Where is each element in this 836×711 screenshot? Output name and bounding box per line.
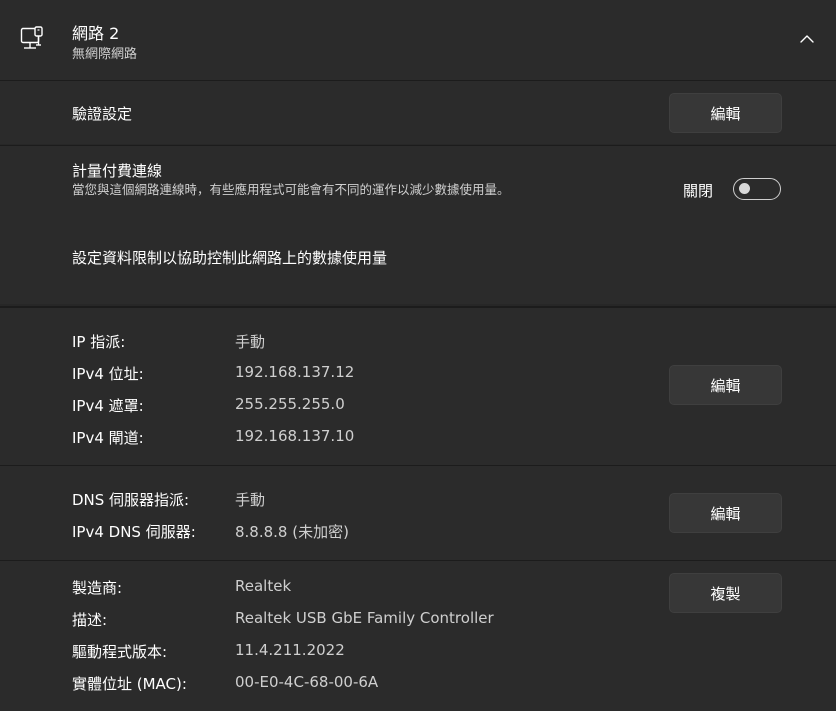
ipv4-gateway-value: 192.168.137.10 [235,427,355,445]
ipv4-dns-server-label: IPv4 DNS 伺服器: [72,523,196,541]
dns-assignment-label: DNS 伺服器指派: [72,491,190,509]
description-label: 描述: [72,611,108,629]
ip-settings-section: IP 指派: 手動 IPv4 位址: 192.168.137.12 IPv4 遮… [0,306,836,465]
description-value: Realtek USB GbE Family Controller [235,609,494,627]
ip-assignment-label: IP 指派: [72,333,126,351]
driver-version-value: 11.4.211.2022 [235,641,345,659]
metered-connection-description: 當您與這個網路連線時，有些應用程式可能會有不同的運作以減少數據使用量。 [72,182,510,197]
mac-address-value: 00-E0-4C-68-00-6A [235,673,379,691]
network-status: 無網際網路 [72,47,138,62]
auth-settings-label: 驗證設定 [72,105,133,123]
chevron-up-icon[interactable] [797,29,817,49]
ipv4-address-label: IPv4 位址: [72,365,144,383]
network-properties-panel: 網路 2 無網際網路 驗證設定 編輯 計量付費連線 當您與這個網路連線時，有些應… [0,0,836,711]
metered-connection-toggle[interactable] [733,178,781,200]
network-name: 網路 2 [72,24,120,43]
copy-button[interactable]: 複製 [669,573,782,613]
mac-address-label: 實體位址 (MAC): [72,675,187,693]
ipv4-mask-value: 255.255.255.0 [235,395,345,413]
data-limit-link[interactable]: 設定資料限制以協助控制此網路上的數據使用量 [72,247,387,268]
ipv4-mask-label: IPv4 遮罩: [72,397,144,415]
manufacturer-value: Realtek [235,577,292,595]
dns-edit-button[interactable]: 編輯 [669,493,782,533]
driver-version-label: 驅動程式版本: [72,643,168,661]
network-pc-icon [20,26,43,49]
ipv4-gateway-label: IPv4 閘道: [72,429,144,447]
ipv4-address-value: 192.168.137.12 [235,363,355,381]
ip-edit-button[interactable]: 編輯 [669,365,782,405]
dns-assignment-value: 手動 [235,491,266,509]
network-header[interactable]: 網路 2 無網際網路 [0,0,836,81]
metered-toggle-state: 關閉 [683,182,714,200]
auth-settings-row: 驗證設定 編輯 [0,81,836,144]
manufacturer-label: 製造商: [72,579,123,597]
metered-connection-label: 計量付費連線 [72,162,163,180]
ipv4-dns-server-value: 8.8.8.8 (未加密) [235,523,349,541]
ip-assignment-value: 手動 [235,333,266,351]
hardware-properties-section: 製造商: Realtek 描述: Realtek USB GbE Family … [0,560,836,711]
metered-connection-row: 計量付費連線 當您與這個網路連線時，有些應用程式可能會有不同的運作以減少數據使用… [0,145,836,304]
auth-edit-button[interactable]: 編輯 [669,93,782,133]
dns-settings-section: DNS 伺服器指派: 手動 IPv4 DNS 伺服器: 8.8.8.8 (未加密… [0,465,836,560]
toggle-knob [739,183,750,194]
